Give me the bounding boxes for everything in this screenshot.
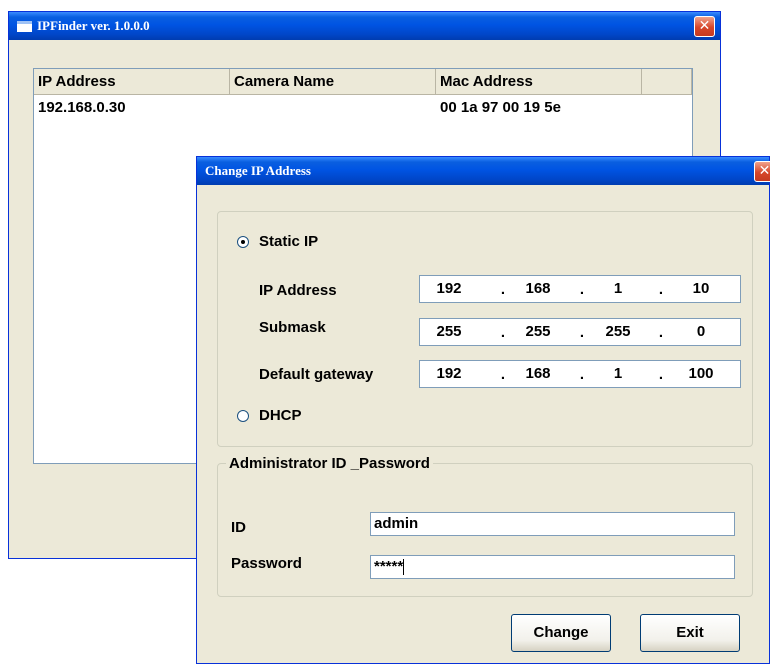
id-input[interactable]: admin bbox=[370, 512, 735, 536]
dhcp-label: DHCP bbox=[259, 407, 302, 424]
submask-octet-1[interactable]: 255 bbox=[426, 319, 472, 345]
ip-address-label: IP Address bbox=[259, 282, 337, 299]
ip-octet-1[interactable]: 192 bbox=[426, 276, 472, 302]
password-input[interactable]: ***** bbox=[370, 555, 735, 579]
row-mac-address: 00 1a 97 00 19 5e bbox=[440, 99, 561, 116]
gateway-input[interactable]: 192 . 168 . 1 . 100 bbox=[419, 360, 741, 388]
dialog-title-bar[interactable]: Change IP Address bbox=[197, 157, 769, 185]
radio-unchecked-icon bbox=[237, 409, 249, 422]
id-label: ID bbox=[231, 519, 246, 536]
main-title-bar[interactable]: IPFinder ver. 1.0.0.0 bbox=[9, 12, 720, 40]
submask-label: Submask bbox=[259, 319, 326, 336]
ip-dot: . bbox=[500, 324, 506, 341]
column-header-camera-name[interactable]: Camera Name bbox=[230, 69, 436, 95]
submask-octet-2[interactable]: 255 bbox=[515, 319, 561, 345]
close-icon: ✕ bbox=[698, 18, 711, 34]
ip-dot: . bbox=[579, 324, 585, 341]
ip-dot: . bbox=[658, 366, 664, 383]
gateway-octet-2[interactable]: 168 bbox=[515, 361, 561, 387]
credentials-legend: Administrator ID _Password bbox=[229, 455, 430, 472]
id-value: admin bbox=[374, 515, 419, 532]
gateway-octet-4[interactable]: 100 bbox=[678, 361, 724, 387]
main-window-title: IPFinder ver. 1.0.0.0 bbox=[37, 18, 150, 33]
dhcp-radio[interactable]: DHCP bbox=[237, 407, 302, 424]
ip-dot: . bbox=[579, 281, 585, 298]
app-window-icon bbox=[17, 21, 32, 32]
change-button[interactable]: Change bbox=[511, 614, 611, 652]
gateway-label: Default gateway bbox=[259, 366, 374, 383]
ip-dot: . bbox=[500, 281, 506, 298]
column-header-mac-address[interactable]: Mac Address bbox=[436, 69, 642, 95]
ip-octet-2[interactable]: 168 bbox=[515, 276, 561, 302]
text-caret bbox=[403, 559, 405, 576]
static-ip-label: Static IP bbox=[259, 233, 319, 250]
ip-dot: . bbox=[658, 324, 664, 341]
gateway-octet-1[interactable]: 192 bbox=[426, 361, 472, 387]
dialog-close-button[interactable]: ✕ bbox=[754, 161, 770, 182]
exit-button[interactable]: Exit bbox=[640, 614, 740, 652]
close-icon: ✕ bbox=[758, 163, 770, 179]
password-value: ***** bbox=[374, 558, 404, 575]
ip-dot: . bbox=[658, 281, 664, 298]
static-ip-radio[interactable]: Static IP bbox=[237, 233, 318, 250]
ip-dot: . bbox=[579, 366, 585, 383]
column-header-ip-address[interactable]: IP Address bbox=[34, 69, 230, 95]
radio-checked-icon bbox=[237, 235, 249, 248]
ip-dot: . bbox=[500, 366, 506, 383]
submask-octet-3[interactable]: 255 bbox=[595, 319, 641, 345]
column-header-empty[interactable] bbox=[642, 69, 692, 95]
ip-octet-3[interactable]: 1 bbox=[595, 276, 641, 302]
table-row[interactable]: 192.168.0.30 00 1a 97 00 19 5e bbox=[34, 97, 692, 119]
list-header: IP Address Camera Name Mac Address bbox=[34, 69, 692, 95]
submask-input[interactable]: 255 . 255 . 255 . 0 bbox=[419, 318, 741, 346]
change-ip-dialog: Change IP Address ✕ Static IP IP Address… bbox=[196, 156, 770, 664]
main-close-button[interactable]: ✕ bbox=[694, 16, 715, 37]
dialog-title: Change IP Address bbox=[205, 163, 311, 178]
submask-octet-4[interactable]: 0 bbox=[678, 319, 724, 345]
ip-address-input[interactable]: 192 . 168 . 1 . 10 bbox=[419, 275, 741, 303]
password-label: Password bbox=[231, 555, 302, 572]
gateway-octet-3[interactable]: 1 bbox=[595, 361, 641, 387]
row-ip-address: 192.168.0.30 bbox=[38, 99, 126, 116]
ip-octet-4[interactable]: 10 bbox=[678, 276, 724, 302]
